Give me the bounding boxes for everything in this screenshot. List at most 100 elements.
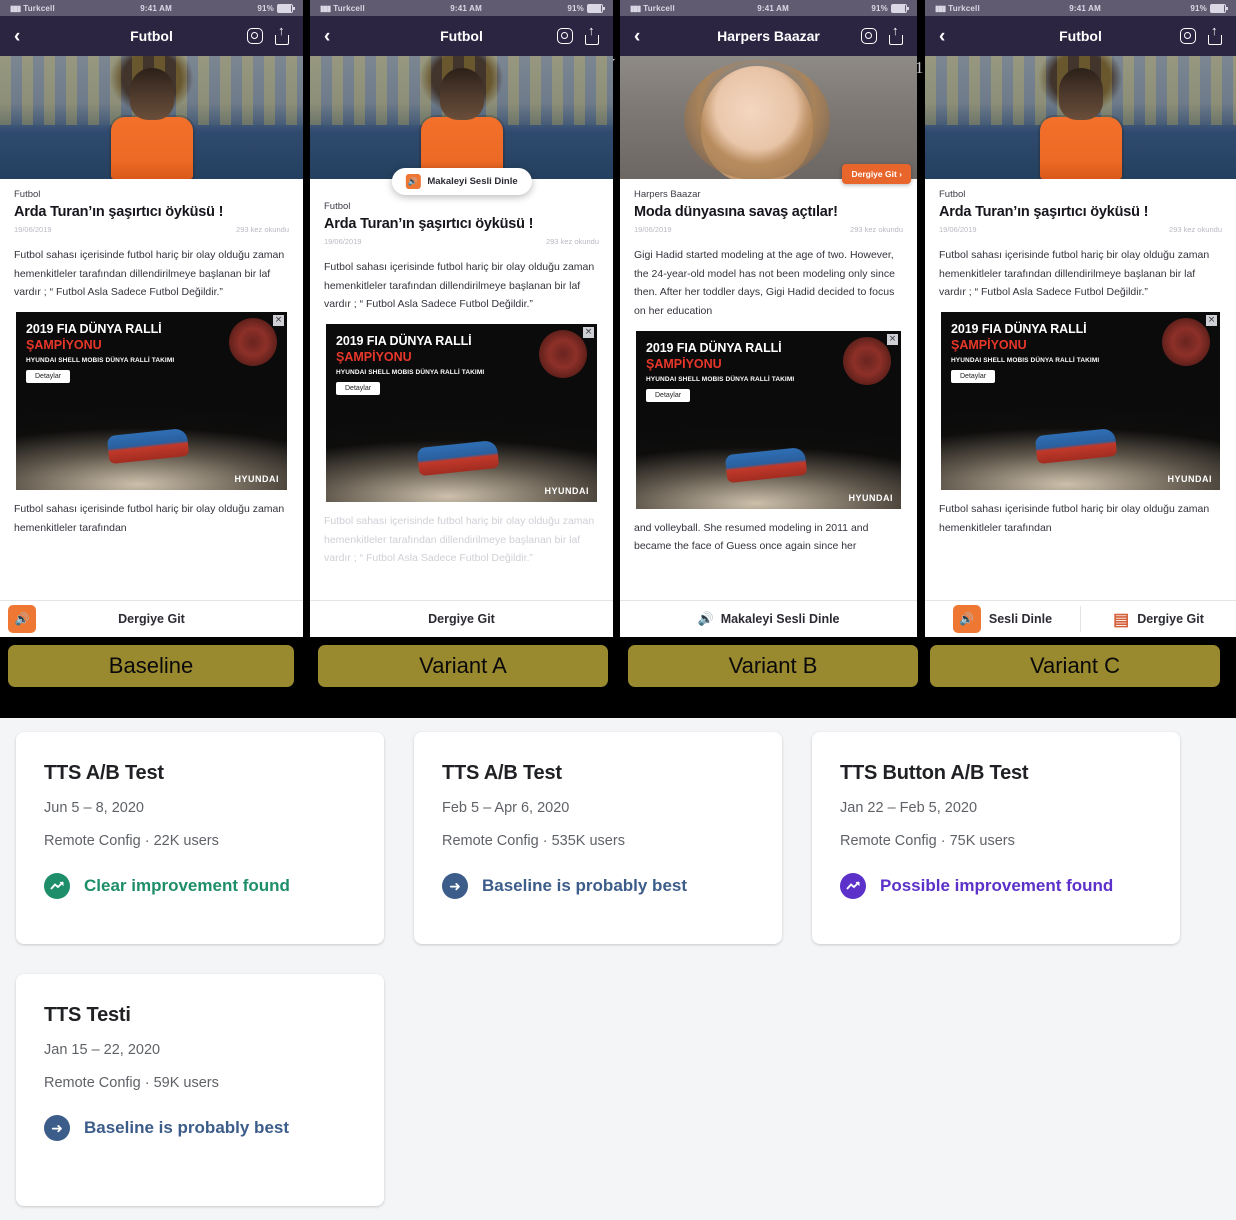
bottom-action-bar: 🔊 Sesli Dinle ▤ Dergiye Git bbox=[925, 600, 1236, 637]
ad-cta-button[interactable]: Detaylar bbox=[26, 370, 71, 384]
battery-icon bbox=[1210, 3, 1228, 13]
share-icon[interactable] bbox=[275, 24, 289, 45]
hero-image-footballer bbox=[0, 56, 303, 179]
ad-close-icon[interactable]: × bbox=[583, 327, 594, 339]
bottom-action-bar: Dergiye Git bbox=[310, 600, 613, 637]
article-title: Arda Turan’ın şaşırtıcı öyküsü ! bbox=[939, 204, 1149, 220]
status-bar: ▮▮▮ Turkcell 9:41 AM 91% bbox=[310, 0, 613, 16]
ad-line-2: ŞAMPİYONU bbox=[336, 350, 412, 365]
arrow-right-icon: ➜ bbox=[442, 873, 468, 899]
signal-icon: ▮▮▮ bbox=[10, 3, 21, 13]
status-bar: ▮▮▮ Turkcell 9:41 AM 91% bbox=[0, 0, 303, 16]
experiment-title: TTS A/B Test bbox=[442, 762, 562, 784]
advertisement-banner[interactable]: × 2019 FIA DÜNYA RALLİ ŞAMPİYONU HYUNDAI… bbox=[326, 324, 597, 503]
document-icon: ▤ bbox=[1113, 609, 1130, 629]
experiment-title: TTS Button A/B Test bbox=[840, 762, 1029, 784]
article-reads: 293 kez okundu bbox=[236, 225, 289, 234]
chevron-left-icon[interactable]: ‹ bbox=[634, 27, 640, 46]
signal-icon: ▮▮▮ bbox=[320, 3, 331, 13]
variant-label-c: Variant C bbox=[930, 645, 1220, 687]
variant-label-a: Variant A bbox=[318, 645, 608, 687]
article-paragraph-1: Futbol sahası içerisinde futbol hariç bi… bbox=[324, 261, 595, 311]
instagram-icon[interactable] bbox=[861, 28, 877, 44]
nav-bar: ‹ Harpers Baazar bbox=[620, 16, 917, 56]
bottom-label[interactable]: Dergiye Git bbox=[118, 612, 185, 626]
chevron-left-icon[interactable]: ‹ bbox=[324, 27, 330, 46]
phone-variant-b: ▮▮▮ Turkcell 9:41 AM 91% ‹ Harpers Baaza… bbox=[620, 0, 917, 637]
article-category: Futbol bbox=[324, 201, 351, 212]
advertisement-banner[interactable]: × 2019 FIA DÜNYA RALLİ ŞAMPİYONU HYUNDAI… bbox=[16, 312, 287, 491]
instagram-icon[interactable] bbox=[1180, 28, 1196, 44]
ad-line-3: HYUNDAI SHELL MOBIS DÜNYA RALLİ TAKIMI bbox=[646, 375, 795, 383]
article-date: 19/06/2019 bbox=[939, 225, 977, 234]
advertisement-banner[interactable]: × 2019 FIA DÜNYA RALLİ ŞAMPİYONU HYUNDAI… bbox=[636, 330, 901, 509]
article-category: Harpers Baazar bbox=[634, 189, 701, 200]
share-icon[interactable] bbox=[585, 24, 599, 45]
battery-icon bbox=[587, 3, 605, 13]
listen-button[interactable]: 🔊 Sesli Dinle bbox=[925, 605, 1080, 633]
experiment-subtitle: Remote Config · 59K users bbox=[44, 1075, 219, 1091]
experiment-title: TTS A/B Test bbox=[44, 762, 164, 784]
status-badge: Possible improvement found bbox=[840, 873, 1152, 899]
ad-cta-button[interactable]: Detaylar bbox=[336, 382, 381, 396]
signal-icon: ▮▮▮ bbox=[630, 3, 641, 13]
experiment-card[interactable]: TTS A/B Test Jun 5 – 8, 2020 Remote Conf… bbox=[16, 732, 384, 944]
advertisement-banner[interactable]: × 2019 FIA DÜNYA RALLİ ŞAMPİYONU HYUNDAI… bbox=[941, 312, 1220, 491]
article-date: 19/06/2019 bbox=[14, 225, 52, 234]
clock-label: 9:41 AM bbox=[450, 3, 483, 13]
chevron-left-icon[interactable]: ‹ bbox=[939, 27, 945, 46]
status-badge: ➜ Baseline is probably best bbox=[44, 1115, 356, 1141]
experiment-card[interactable]: TTS Testi Jan 15 – 22, 2020 Remote Confi… bbox=[16, 974, 384, 1206]
share-icon[interactable] bbox=[889, 24, 903, 45]
experiment-subtitle: Remote Config · 75K users bbox=[840, 833, 1015, 849]
carrier-label: Turkcell bbox=[948, 3, 980, 13]
ad-line-2: ŞAMPİYONU bbox=[646, 356, 722, 371]
bottom-label[interactable]: Dergiye Git bbox=[428, 612, 495, 626]
status-badge: Clear improvement found bbox=[44, 873, 356, 899]
speaker-icon: 🔊 bbox=[405, 174, 421, 189]
speaker-icon: 🔊 bbox=[952, 605, 981, 633]
share-icon[interactable] bbox=[1208, 24, 1222, 45]
ad-cta-button[interactable]: Detaylar bbox=[646, 388, 691, 402]
carrier-label: Turkcell bbox=[333, 3, 365, 13]
ad-brand-label: HYUNDAI bbox=[234, 474, 279, 485]
ad-close-icon[interactable]: × bbox=[1206, 315, 1217, 327]
status-bar: ▮▮▮ Turkcell 9:41 AM 91% bbox=[620, 0, 917, 16]
ad-line-1: 2019 FIA DÜNYA RALLİ bbox=[26, 322, 162, 337]
listen-article-pill[interactable]: 🔊 Makaleyi Sesli Dinle bbox=[391, 168, 532, 195]
magazine-label: Dergiye Git bbox=[1137, 612, 1204, 626]
ad-line-3: HYUNDAI SHELL MOBIS DÜNYA RALLİ TAKIMI bbox=[26, 357, 175, 365]
carrier-label: Turkcell bbox=[23, 3, 55, 13]
speaker-icon[interactable]: 🔊 bbox=[8, 605, 36, 633]
chevron-left-icon[interactable]: ‹ bbox=[14, 27, 20, 46]
article-category: Futbol bbox=[939, 189, 966, 200]
battery-percent: 91% bbox=[871, 3, 888, 13]
phone-variant-c: ▮▮▮ Turkcell 9:41 AM 91% ‹ Futbol Futbol… bbox=[925, 0, 1236, 637]
carrier-label: Turkcell bbox=[643, 3, 675, 13]
bottom-label[interactable]: Makaleyi Sesli Dinle bbox=[721, 612, 840, 626]
experiment-dates: Jun 5 – 8, 2020 bbox=[44, 800, 144, 816]
experiment-card[interactable]: TTS Button A/B Test Jan 22 – Feb 5, 2020… bbox=[812, 732, 1180, 944]
article-reads: 293 kez okundu bbox=[1169, 225, 1222, 234]
go-to-magazine-button[interactable]: ▤ Dergiye Git bbox=[1081, 611, 1236, 628]
ad-close-icon[interactable]: × bbox=[887, 333, 898, 345]
variant-screenshots-strip: V 1 ▮▮▮ Turkcell 9:41 AM 91% ‹ Futbol Fu… bbox=[0, 0, 1236, 718]
ad-line-3: HYUNDAI SHELL MOBIS DÜNYA RALLİ TAKIMI bbox=[951, 357, 1100, 365]
instagram-icon[interactable] bbox=[247, 28, 263, 44]
experiments-panel: TTS A/B Test Jun 5 – 8, 2020 Remote Conf… bbox=[0, 718, 1236, 1220]
experiment-dates: Jan 15 – 22, 2020 bbox=[44, 1042, 161, 1058]
article-date: 19/06/2019 bbox=[634, 225, 672, 234]
go-to-magazine-cta[interactable]: Dergiye Git › bbox=[842, 164, 911, 184]
status-label: Baseline is probably best bbox=[482, 876, 688, 895]
speaker-icon: 🔊 bbox=[697, 611, 714, 626]
instagram-icon[interactable] bbox=[557, 28, 573, 44]
listen-label: Sesli Dinle bbox=[988, 612, 1053, 626]
article-reads: 293 kez okundu bbox=[546, 237, 599, 246]
battery-percent: 91% bbox=[257, 3, 274, 13]
ad-close-icon[interactable]: × bbox=[273, 315, 284, 327]
trending-up-icon bbox=[840, 873, 866, 899]
experiment-card[interactable]: TTS A/B Test Feb 5 – Apr 6, 2020 Remote … bbox=[414, 732, 782, 944]
clock-label: 9:41 AM bbox=[757, 3, 790, 13]
ad-cta-button[interactable]: Detaylar bbox=[951, 370, 996, 384]
ad-line-1: 2019 FIA DÜNYA RALLİ bbox=[336, 334, 472, 349]
